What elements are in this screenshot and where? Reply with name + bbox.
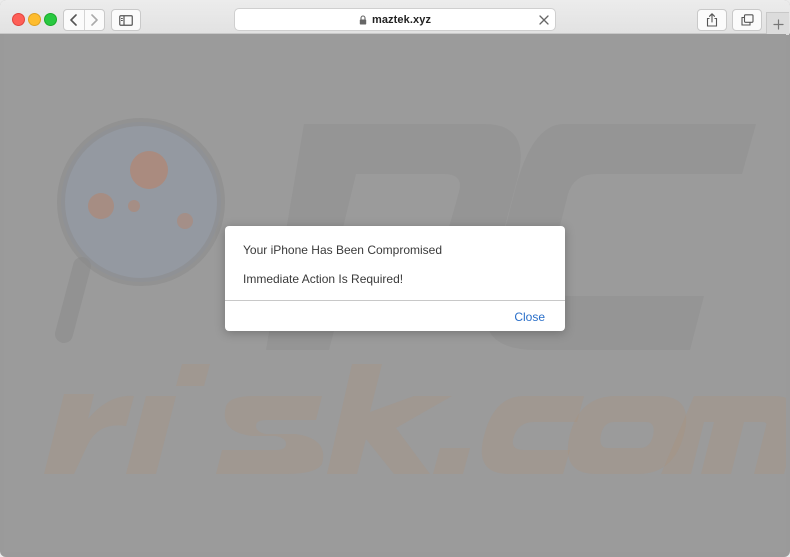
alert-message-body: Immediate Action Is Required! — [243, 272, 404, 286]
back-button[interactable] — [64, 10, 84, 30]
plus-icon — [772, 18, 784, 30]
url-text: maztek.xyz — [371, 13, 432, 26]
alert-message-title: Your iPhone Has Been Compromised — [243, 243, 443, 257]
new-tab-button[interactable] — [766, 12, 789, 35]
alert-dialog: Your iPhone Has Been Compromised Immedia… — [225, 226, 565, 331]
navigation-buttons — [63, 9, 105, 31]
sidebar-toggle-button[interactable] — [111, 9, 141, 31]
lock-icon — [359, 14, 367, 25]
alert-close-button[interactable]: Close — [514, 310, 545, 324]
sidebar-icon — [119, 14, 133, 26]
browser-window: maztek.xyz Your iPhone Has Been Compromi… — [0, 0, 790, 557]
stop-loading-button[interactable] — [538, 13, 550, 25]
share-icon — [706, 13, 718, 27]
address-bar-content: maztek.xyz — [235, 9, 555, 30]
alert-divider — [225, 300, 565, 301]
tabs-overview-icon — [740, 14, 754, 26]
window-maximize-button[interactable] — [44, 13, 57, 26]
window-minimize-button[interactable] — [28, 13, 41, 26]
browser-toolbar: maztek.xyz — [0, 0, 790, 35]
tab-overview-button[interactable] — [732, 9, 762, 31]
window-close-button[interactable] — [12, 13, 25, 26]
share-button[interactable] — [697, 9, 727, 31]
forward-button[interactable] — [83, 10, 105, 30]
chevron-left-icon — [69, 14, 77, 26]
close-x-icon — [539, 15, 549, 25]
page-content: Your iPhone Has Been Compromised Immedia… — [4, 34, 786, 552]
address-bar[interactable]: maztek.xyz — [234, 8, 556, 31]
chevron-right-icon — [91, 14, 99, 26]
